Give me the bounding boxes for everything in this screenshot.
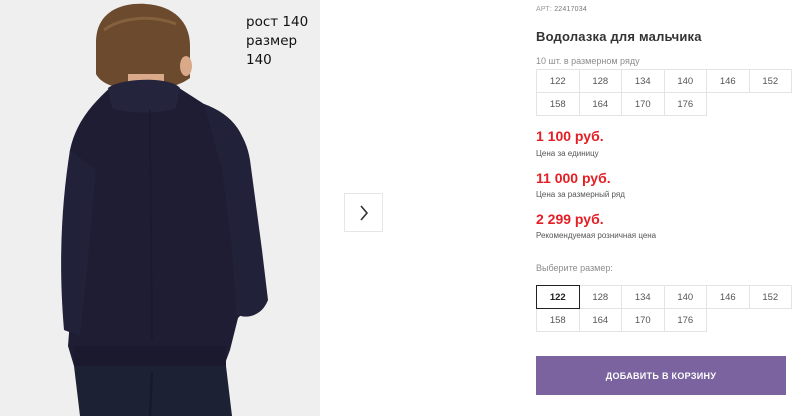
size-option[interactable]: 152 (748, 285, 792, 309)
retail-price: 2 299 руб. (536, 211, 604, 227)
unit-price: 1 100 руб. (536, 128, 604, 144)
size-option[interactable]: 140 (663, 285, 707, 309)
size-row-cell: 158 (536, 92, 580, 116)
size-row-cell: 164 (578, 92, 622, 116)
size-row-cell: 122 (536, 69, 580, 93)
size-row-grid: 122 128 134 140 146 152 158 164 170 176 (536, 69, 792, 116)
size-row-cell: 140 (663, 69, 707, 93)
size-option[interactable]: 128 (578, 285, 622, 309)
caption-size: размер 140 (246, 33, 298, 68)
photo-caption: рост 140 размер 140 (246, 13, 320, 70)
product-info: АРТ: 22417034 Водолазка для мальчика 10 … (536, 0, 800, 416)
size-option[interactable]: 146 (706, 285, 750, 309)
size-option-selected[interactable]: 122 (536, 285, 580, 309)
size-row-cell: 128 (578, 69, 622, 93)
size-option[interactable]: 176 (663, 308, 707, 332)
unit-price-note: Цена за единицу (536, 149, 599, 158)
size-option[interactable]: 158 (536, 308, 580, 332)
size-option[interactable]: 134 (621, 285, 665, 309)
next-photo-button[interactable] (344, 193, 383, 232)
article-value: 22417034 (554, 6, 587, 13)
size-row-note: 10 шт. в размерном ряду (536, 56, 640, 66)
choose-size-label: Выберите размер: (536, 263, 613, 273)
caption-height: рост 140 (246, 14, 309, 30)
product-page: рост 140 размер 140 АРТ: 22417034 Водола… (0, 0, 800, 416)
add-to-cart-button[interactable]: ДОБАВИТЬ В КОРЗИНУ (536, 356, 786, 395)
article-number: АРТ: 22417034 (536, 6, 587, 13)
size-row-cell: 170 (621, 92, 665, 116)
size-row-cell: 134 (621, 69, 665, 93)
article-label: АРТ: (536, 6, 553, 13)
product-photo-gallery: рост 140 размер 140 (0, 0, 320, 416)
size-picker: 122 128 134 140 146 152 158 164 170 176 (536, 285, 792, 332)
product-title: Водолазка для мальчика (536, 29, 702, 44)
size-row-cell: 152 (748, 69, 792, 93)
retail-price-note: Рекомендуемая розничная цена (536, 231, 657, 240)
size-option[interactable]: 164 (578, 308, 622, 332)
size-row-price-note: Цена за размерный ряд (536, 190, 625, 199)
size-row-cell: 176 (663, 92, 707, 116)
size-row-price: 11 000 руб. (536, 170, 611, 186)
size-option[interactable]: 170 (621, 308, 665, 332)
size-row-cell: 146 (706, 69, 750, 93)
chevron-right-icon (359, 204, 368, 221)
